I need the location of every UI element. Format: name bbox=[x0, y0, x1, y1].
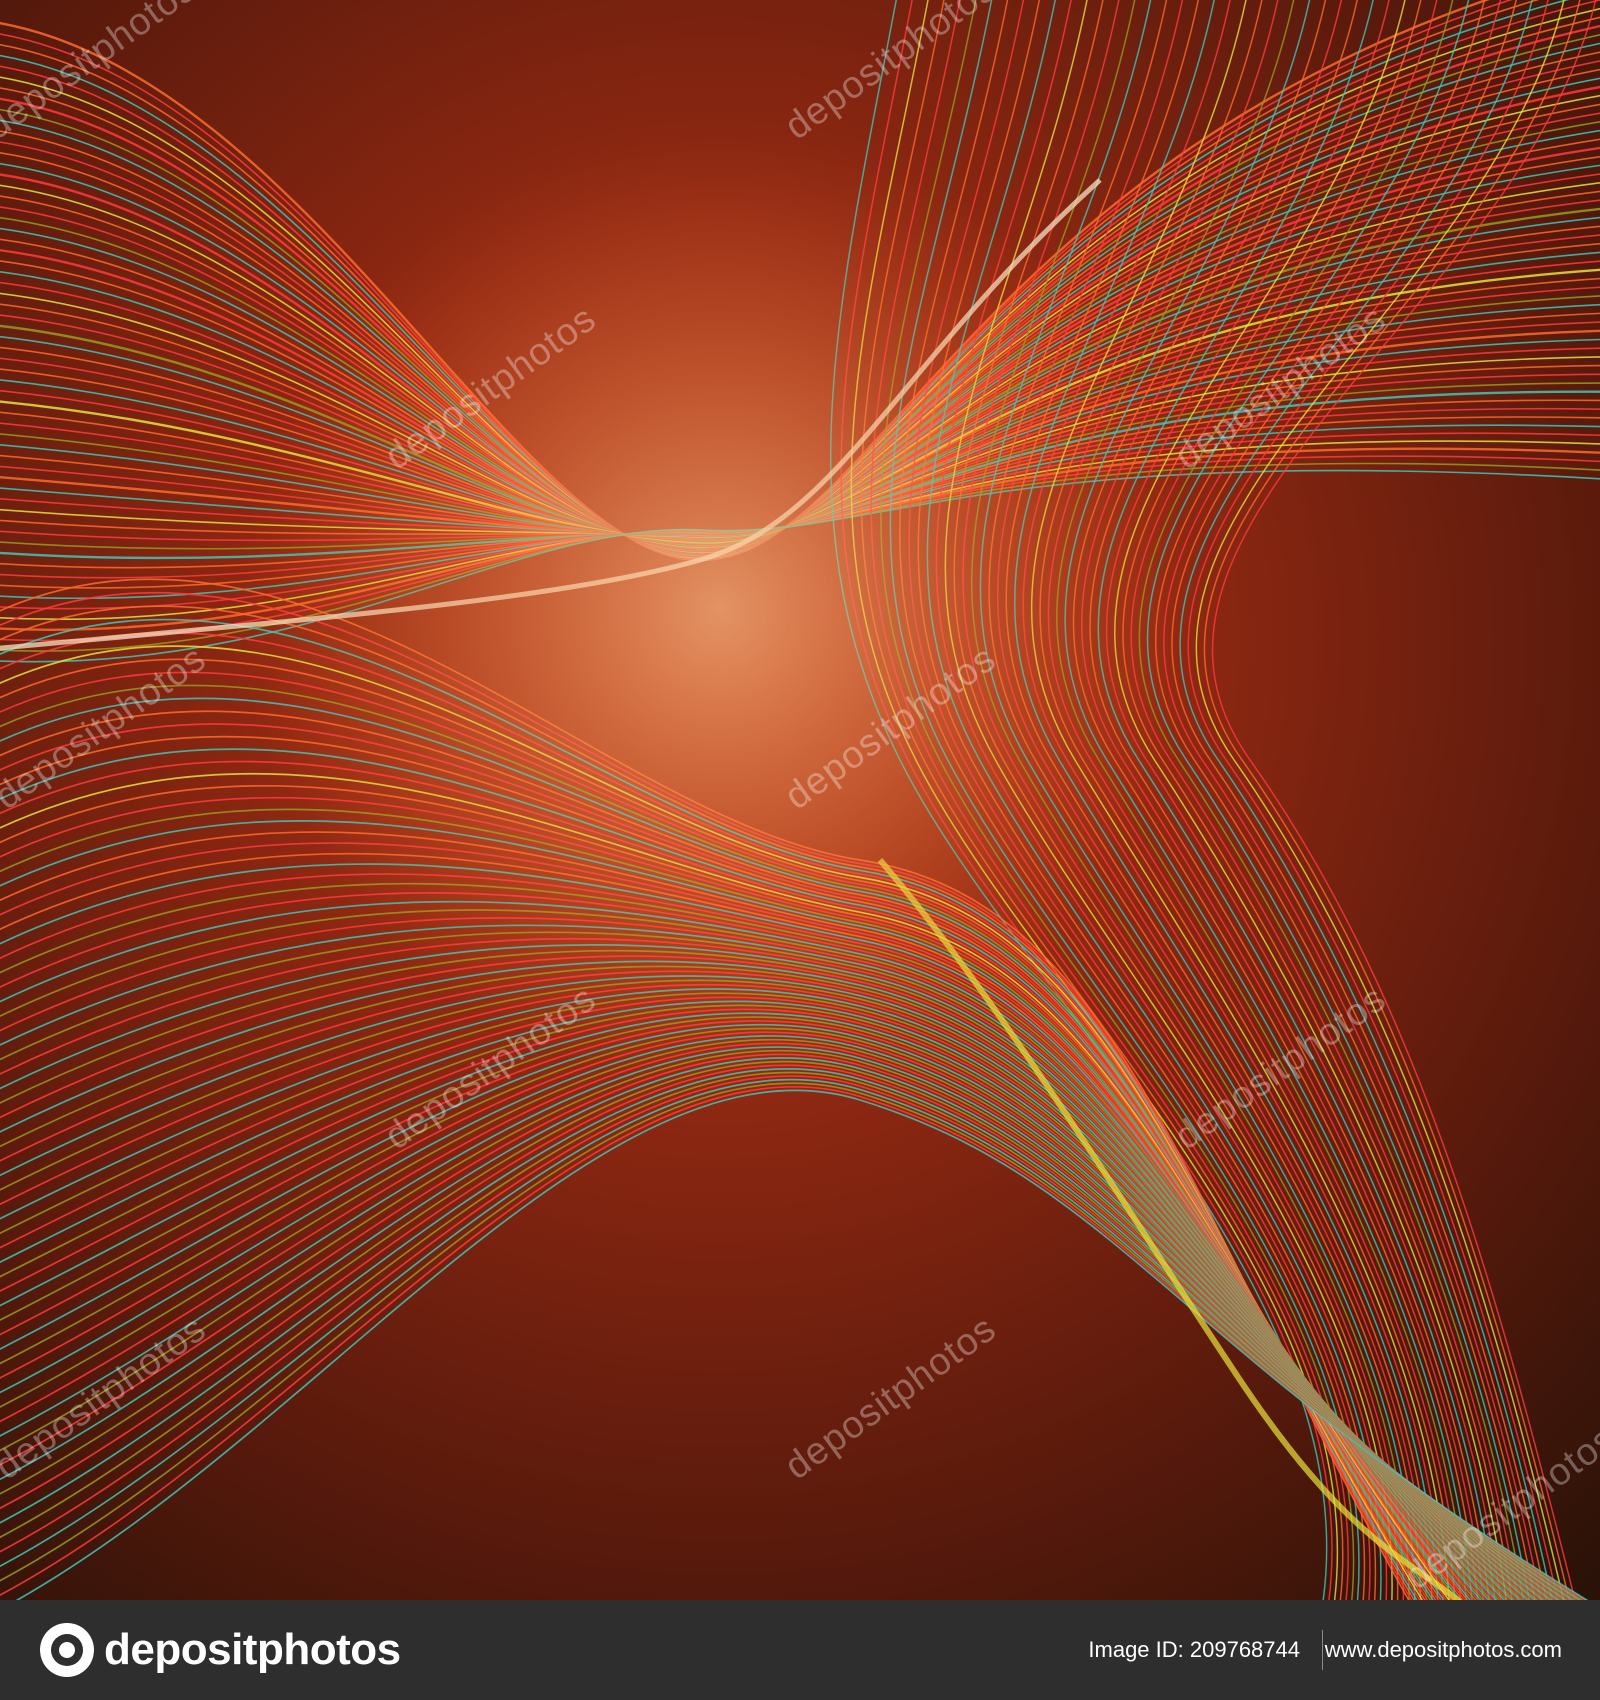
logo-text: depositphotos bbox=[104, 1625, 401, 1674]
image-id-label: Image ID: 209768744 bbox=[1088, 1637, 1300, 1662]
footer-bar: depositphotos Image ID: 209768744 www.de… bbox=[0, 1600, 1600, 1700]
stock-photo-preview: depositphotos depositphotos depositphoto… bbox=[0, 0, 1600, 1700]
site-url-link[interactable]: www.depositphotos.com bbox=[1325, 1637, 1562, 1663]
center-glow bbox=[0, 0, 1600, 1600]
depositphotos-logo[interactable]: depositphotos bbox=[40, 1623, 401, 1677]
footer-divider bbox=[1322, 1630, 1323, 1670]
camera-lens-icon bbox=[40, 1623, 94, 1677]
abstract-wavy-lines-image bbox=[0, 0, 1600, 1600]
wavy-lines-artwork bbox=[0, 0, 1600, 1600]
